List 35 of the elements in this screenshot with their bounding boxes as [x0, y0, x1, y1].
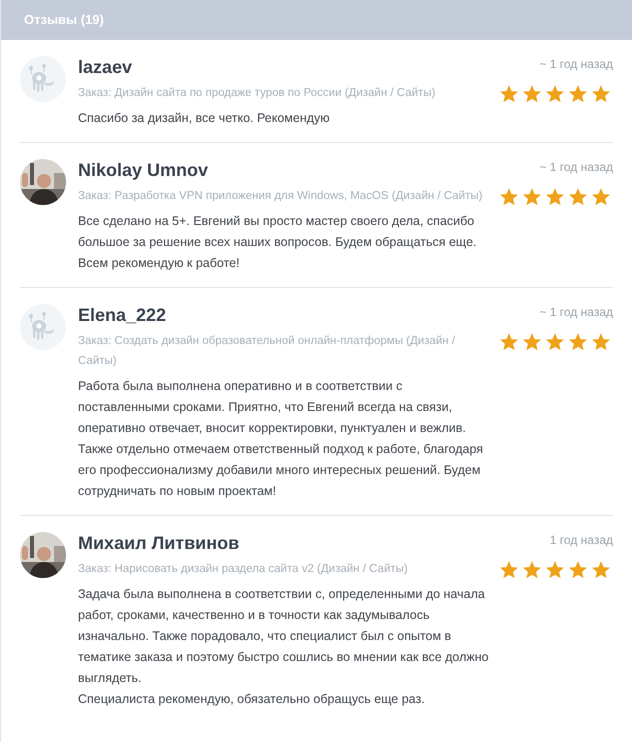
avatar-icon — [20, 304, 66, 350]
star-icon — [545, 560, 565, 580]
star-icon — [591, 84, 611, 104]
star-icon — [522, 187, 542, 207]
star-icon — [591, 187, 611, 207]
review-text: Задача была выполнена в соответствии с, определенными до начала работ, сроками, качественно и в точности как задумывалось изначально. Также порадовало, что специалист был с опытом в тематике заказа и поэтому быстро сошлись во мнении как все должно выглядеть. Специалиста рекомендую, обязательно обращусь еще раз. — [78, 586, 490, 708]
star-icon — [499, 84, 519, 104]
reviewer-name[interactable]: Михаил Литвинов — [78, 530, 495, 556]
review-date: 1 год назад — [550, 532, 613, 549]
star-icon — [568, 84, 588, 104]
review-text: Все сделано на 5+. Евгений вы просто мастер своего дела, спасибо большое за решение всех наших вопросов. Будем обращаться еще. Всем рекомендую к работе! — [78, 213, 478, 272]
star-icon — [499, 332, 519, 352]
star-icon — [545, 84, 565, 104]
star-icon — [568, 187, 588, 207]
review-date: ~ 1 год назад — [539, 56, 613, 73]
section-title: Отзывы (19) — [24, 11, 104, 30]
star-icon — [545, 332, 565, 352]
star-icon — [568, 332, 588, 352]
star-icon — [499, 187, 519, 207]
star-icon — [591, 560, 611, 580]
review-date: ~ 1 год назад — [539, 304, 613, 321]
reviewer-name[interactable]: lazaev — [78, 54, 495, 80]
avatar-icon — [20, 56, 66, 102]
star-icon — [522, 332, 542, 352]
star-icon — [522, 84, 542, 104]
star-icon — [568, 560, 588, 580]
review-text: Спасибо за дизайн, все четко. Рекомендую — [78, 110, 331, 127]
review-date: ~ 1 год назад — [539, 159, 613, 176]
review-text: Работа была выполнена оперативно и в соответствии с поставленными сроками. Приятно, что Евгений всегда на связи, оперативно отвечает, вносит корректировки, пунктуален и вежлив. Также отдельно отмечаем ответственный подход к работе, благодаря его профессионализму добавили много интересных решений. Будем сотрудничать по новым проектам! — [78, 378, 484, 500]
star-icon — [591, 332, 611, 352]
star-icon — [545, 187, 565, 207]
reviewer-name[interactable]: Nikolay Umnov — [78, 157, 495, 183]
star-icon — [522, 560, 542, 580]
reviewer-name[interactable]: Elena_222 — [78, 302, 495, 328]
star-icon — [499, 560, 519, 580]
